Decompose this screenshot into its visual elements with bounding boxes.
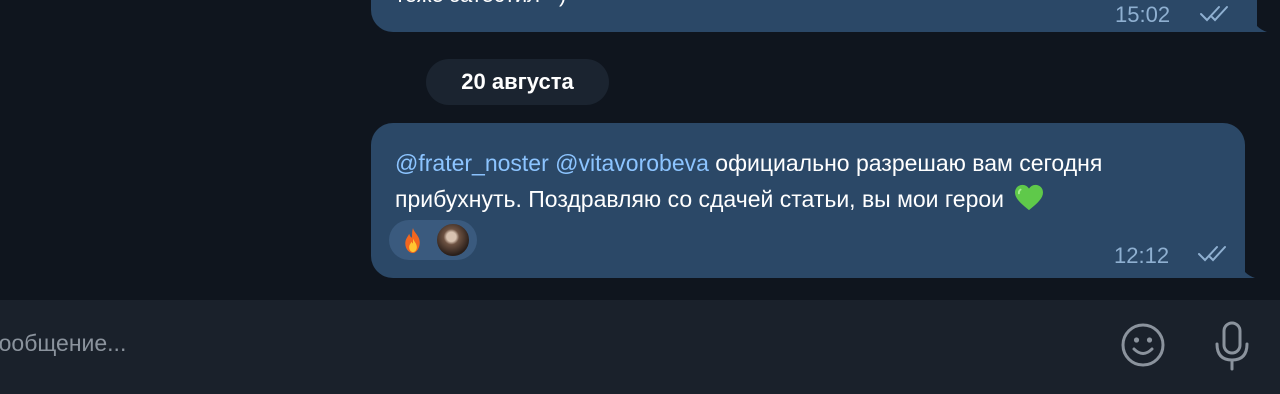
message-time: 12:12 [1114, 243, 1170, 268]
bubble-tail [1251, 16, 1267, 32]
message-text-line-2: прибухнуть. Поздравляю со сдачей статьи,… [395, 186, 1005, 212]
fire-icon [405, 227, 420, 254]
message-bubble[interactable]: @frater_noster @vitavorobeva официально … [371, 123, 1255, 278]
message-bubble-previous[interactable]: тоже затестил =) 15:02 [371, 0, 1267, 32]
microphone-icon[interactable] [1210, 320, 1254, 372]
date-separator: 20 августа [426, 59, 609, 105]
message-time-previous: 15:02 [1115, 2, 1171, 27]
green-heart-icon [1015, 184, 1044, 211]
message-text-line-1: официально разрешаю вам сегодня [708, 150, 1103, 176]
mention-link[interactable]: @vitavorobeva [555, 150, 709, 176]
read-checks-icon [1200, 6, 1228, 22]
message-text-previous: тоже затестил =) [395, 0, 566, 8]
mention-link[interactable]: @frater_noster [395, 150, 549, 176]
message-text: @frater_noster @vitavorobeva официально … [395, 145, 1235, 217]
reactor-avatar[interactable] [435, 222, 471, 258]
message-composer: Сообщение... [0, 300, 1280, 394]
message-input[interactable]: Сообщение... [0, 330, 126, 357]
emoji-icon[interactable] [1120, 322, 1166, 368]
chat-area: тоже затестил =) 15:02 20 августа @frate… [0, 0, 1280, 300]
bubble-tail [1239, 262, 1255, 278]
reaction-chip[interactable] [389, 220, 477, 260]
read-checks-icon [1198, 246, 1226, 262]
